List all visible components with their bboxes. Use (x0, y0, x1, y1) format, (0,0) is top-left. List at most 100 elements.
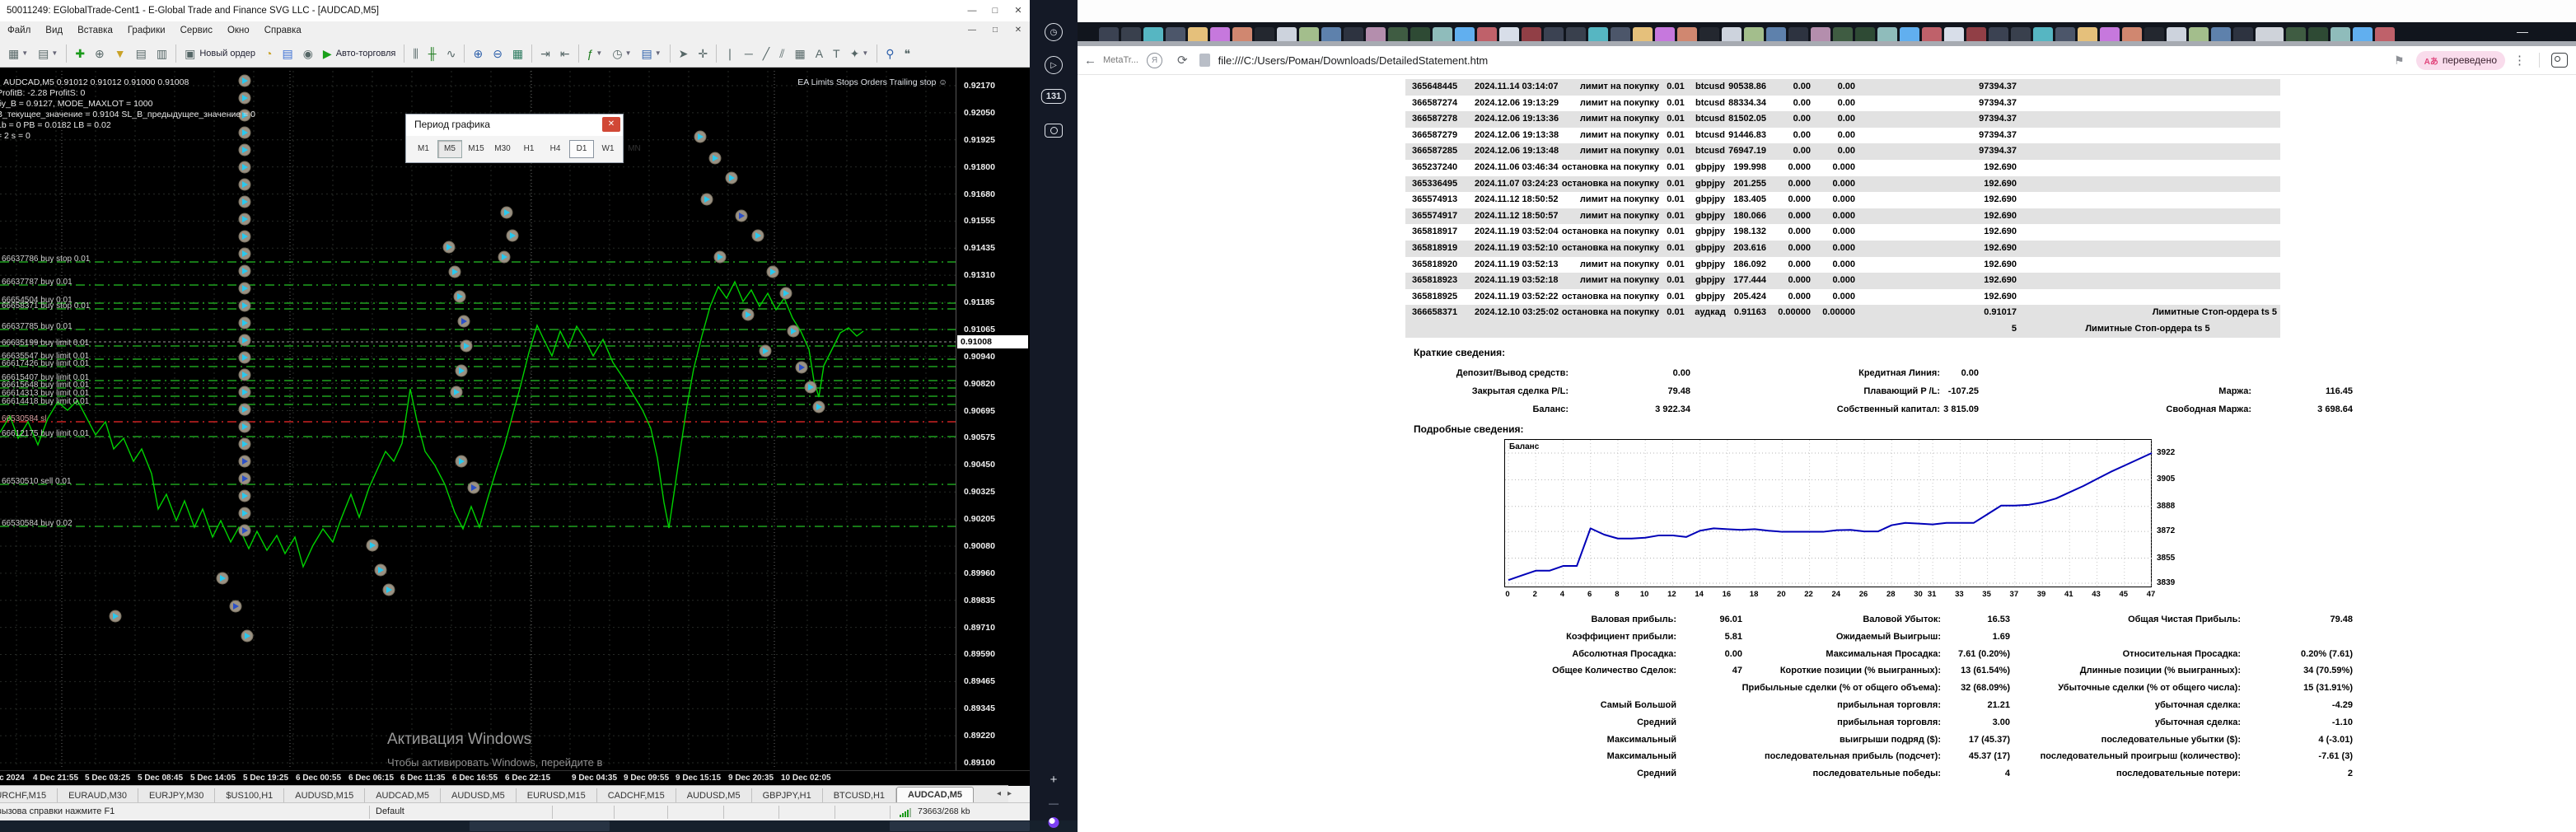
sidebar-minus-icon[interactable]: — (1049, 797, 1059, 809)
browser-tab[interactable] (1833, 27, 1853, 41)
chart-tab-AUDCAD,M5[interactable]: AUDCAD,M5 (896, 787, 975, 803)
browser-tab[interactable] (1388, 27, 1408, 41)
badge-menu-dots-icon[interactable]: ⋮ (2513, 53, 2526, 68)
back-arrow-icon[interactable]: ← (1084, 54, 1096, 68)
browser-tab[interactable] (2375, 27, 2395, 41)
browser-tab[interactable] (1566, 27, 1586, 41)
chart-tab-EURAUD,M30[interactable]: EURAUD,M30 (58, 788, 138, 803)
zoom-in-button[interactable]: ⊕ (469, 42, 487, 65)
address-bar-url[interactable]: file:///C:/Users/Роман/Downloads/Detaile… (1218, 54, 1489, 67)
browser-tab[interactable] (2308, 27, 2328, 41)
menu-item-Окно[interactable]: Окно (220, 21, 257, 40)
browser-tab[interactable] (2211, 27, 2231, 41)
browser-tab[interactable] (1166, 27, 1185, 41)
vertical-line-button[interactable]: ❘ (721, 42, 739, 65)
browser-tab[interactable] (1499, 27, 1519, 41)
browser-tab[interactable] (1344, 27, 1363, 41)
browser-tab[interactable] (1321, 27, 1341, 41)
chart-canvas[interactable] (0, 68, 1030, 770)
browser-tab[interactable] (1522, 27, 1541, 41)
period-button-H4[interactable]: H4 (543, 140, 568, 158)
browser-tab[interactable] (1299, 27, 1319, 41)
windows-taskbar[interactable] (0, 820, 1078, 832)
templates-button[interactable]: ▤ ▼ (637, 42, 665, 65)
chart-tab-$US100,H1[interactable]: $US100,H1 (215, 788, 285, 803)
period-button-MN[interactable]: MN (622, 140, 647, 158)
counter-badge[interactable]: 131 (1040, 89, 1067, 104)
side-panel-toggle-icon[interactable] (2551, 53, 2568, 68)
browser-tab[interactable] (2331, 27, 2350, 41)
browser-tab[interactable] (1811, 27, 1830, 41)
browser-tab[interactable] (2078, 27, 2097, 41)
browser-tab[interactable] (1744, 27, 1764, 41)
price-chart[interactable]: AUDCAD,M5 0.91012 0.91012 0.91000 0.9100… (0, 68, 1030, 783)
yandex-button[interactable]: Я (1147, 52, 1162, 68)
taskbar-app[interactable] (890, 821, 1030, 831)
browser-tab[interactable] (1433, 27, 1452, 41)
tile-windows-button[interactable]: ▦ (508, 42, 527, 65)
text-label-button[interactable]: T (829, 42, 844, 65)
status-profile[interactable]: Default (376, 806, 404, 816)
browser-tab[interactable] (1944, 27, 1964, 41)
auto-scroll-button[interactable]: ⇤ (556, 42, 574, 65)
new-chart-button[interactable]: ▦ ▼ (4, 42, 32, 65)
market-watch-button[interactable]: ▤ (132, 42, 151, 65)
browser-tab[interactable] (1966, 27, 1986, 41)
browser-tab[interactable] (1922, 27, 1942, 41)
reload-icon[interactable]: ⟳ (1177, 53, 1188, 68)
chart-tab-AUDUSD,M5[interactable]: AUDUSD,M5 (441, 788, 517, 803)
browser-tab[interactable] (1611, 27, 1630, 41)
browser-tab[interactable] (1766, 27, 1786, 41)
news-button[interactable]: ◉ (299, 42, 317, 65)
period-button-M1[interactable]: M1 (411, 140, 436, 158)
alerts-button[interactable]: ◔ (261, 42, 276, 65)
period-button-W1[interactable]: W1 (596, 140, 620, 158)
sidebar-plus-icon[interactable]: + (1050, 773, 1058, 787)
browser-tab[interactable] (1722, 27, 1741, 41)
browser-tab[interactable] (1121, 27, 1141, 41)
horizontal-line-button[interactable]: ─ (741, 42, 757, 65)
script-button[interactable]: ▤ (278, 42, 297, 65)
browser-tab[interactable] (1099, 27, 1119, 41)
browser-tab[interactable] (1455, 27, 1475, 41)
browser-tab[interactable] (2144, 27, 2164, 41)
dialog-close-icon[interactable]: ✕ (602, 117, 620, 132)
bars-button[interactable]: ⫼ (409, 42, 422, 65)
cursor-target-button[interactable]: ⊕ (91, 42, 109, 65)
browser-tab[interactable] (1143, 27, 1163, 41)
chart-tab-BTCUSD,H1[interactable]: BTCUSD,H1 (823, 788, 897, 803)
browser-tab[interactable] (2286, 27, 2306, 41)
cursor-button[interactable]: ➤ (675, 42, 693, 65)
menu-item-Вставка[interactable]: Вставка (70, 21, 120, 40)
chart-tab-GBPJPY,H1[interactable]: GBPJPY,H1 (752, 788, 823, 803)
browser-tab[interactable] (1588, 27, 1608, 41)
candles-button[interactable]: ╫ (424, 42, 441, 65)
period-button-M15[interactable]: M15 (464, 140, 489, 158)
browser-tab[interactable] (1188, 27, 1208, 41)
tab-scroll-left-icon[interactable]: ◂ (997, 789, 1007, 798)
zoom-out-button[interactable]: ⊖ (489, 42, 507, 65)
period-button-D1[interactable]: D1 (569, 140, 594, 158)
browser-tab[interactable] (2233, 27, 2253, 41)
browser-tab[interactable] (1210, 27, 1230, 41)
browser-tab[interactable] (1989, 27, 2008, 41)
minimize-icon[interactable]: — (961, 0, 984, 21)
chart-tab-AUDCAD,M5[interactable]: AUDCAD,M5 (365, 788, 441, 803)
browser-tab[interactable] (1633, 27, 1653, 41)
line-chart-button[interactable]: ∿ (442, 42, 461, 65)
funnel-button[interactable]: ▼ (110, 42, 130, 65)
browser-tab[interactable] (1255, 27, 1274, 41)
browser-tab[interactable] (1232, 27, 1252, 41)
menu-item-Справка[interactable]: Справка (257, 21, 309, 40)
maximize-icon[interactable]: □ (984, 0, 1007, 21)
child-minimize-icon[interactable]: — (961, 21, 984, 40)
auto-trading-button[interactable]: ▶ Авто-торговля (319, 42, 400, 65)
browser-tab[interactable] (1900, 27, 1919, 41)
period-button-M5[interactable]: M5 (437, 140, 462, 158)
text-button[interactable]: A (811, 42, 827, 65)
browser-tab[interactable] (1366, 27, 1386, 41)
chart-tab-EURCHF,M15[interactable]: EURCHF,M15 (0, 788, 58, 803)
browser-tab[interactable] (1855, 27, 1875, 41)
browser-tab[interactable] (1410, 27, 1430, 41)
chart-tab-CADCHF,M15[interactable]: CADCHF,M15 (597, 788, 676, 803)
